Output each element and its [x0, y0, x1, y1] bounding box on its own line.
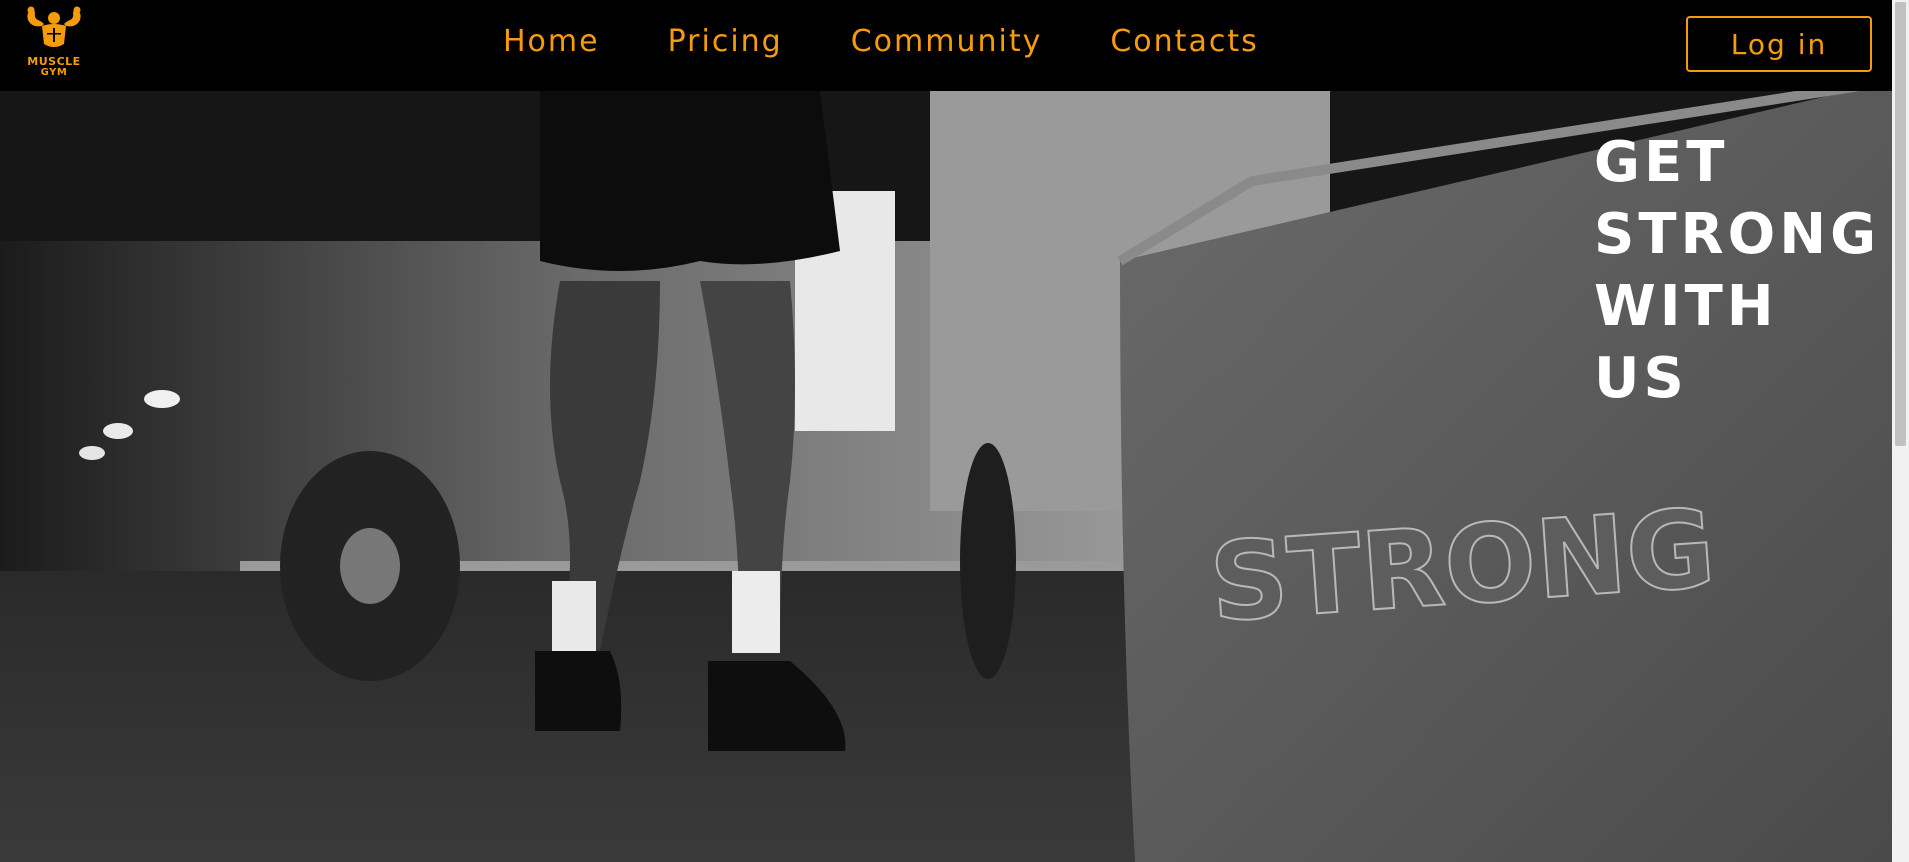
- brand-logo[interactable]: MUSCLE GYM: [20, 6, 88, 82]
- logo-text-line2: GYM: [40, 67, 68, 78]
- nav-contacts-link[interactable]: Contacts: [1110, 24, 1258, 59]
- flexing-bodybuilder-icon: [27, 6, 81, 47]
- main-nav: Home Pricing Community Contacts: [503, 24, 1327, 59]
- navbar: MUSCLE GYM Home Pricing Community Contac…: [0, 0, 1892, 91]
- nav-community-link[interactable]: Community: [851, 24, 1043, 59]
- login-button[interactable]: Log in: [1686, 16, 1872, 72]
- nav-pricing-link[interactable]: Pricing: [668, 24, 783, 59]
- hero-title: GET STRONG WITH US: [1594, 130, 1881, 411]
- nav-home-link[interactable]: Home: [503, 24, 600, 59]
- logo-text-line1: MUSCLE: [27, 55, 81, 68]
- scrollbar-thumb[interactable]: [1895, 2, 1906, 446]
- page-scrollbar[interactable]: [1892, 0, 1909, 862]
- page: MUSCLE GYM Home Pricing Community Contac…: [0, 0, 1909, 862]
- hero-section: STRONG GET STRONG WITH US: [0, 91, 1892, 862]
